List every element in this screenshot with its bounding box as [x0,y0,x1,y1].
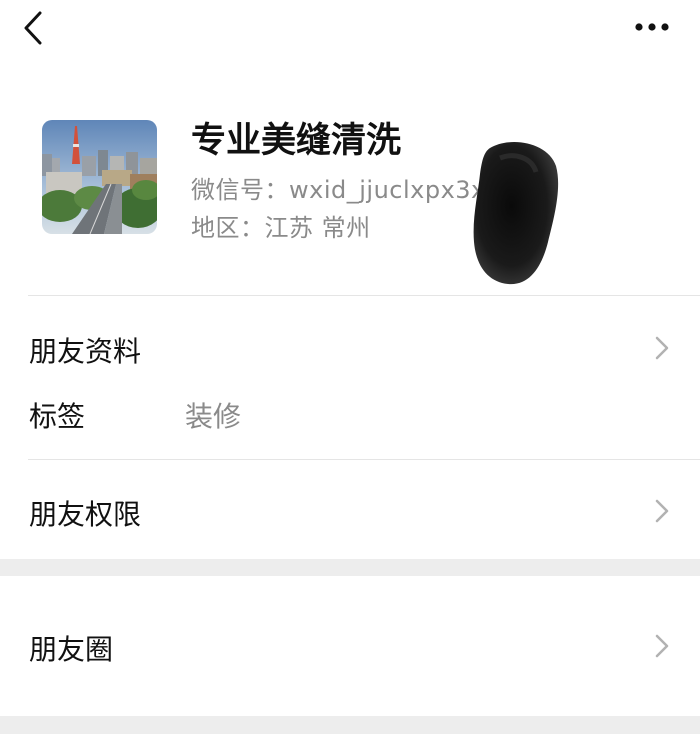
contact-name: 专业美缝清洗 [191,121,402,161]
tag-row[interactable]: 标签 装修 [0,383,700,443]
more-options-button[interactable] [630,10,674,44]
chevron-right-icon [655,634,669,658]
region: 地区：江苏 常州 [191,214,371,242]
chevron-right-icon [655,499,669,523]
tag-value: 装修 [185,400,242,433]
back-button[interactable] [22,8,62,48]
friend-permissions-label: 朋友权限 [29,498,142,531]
moments-row[interactable]: 朋友圈 [0,616,700,676]
friend-profile-row[interactable]: 朋友资料 [0,318,700,378]
section-gap [0,716,700,734]
more-dots-icon [635,23,669,31]
divider [28,295,700,296]
section-gap [0,559,700,576]
avatar[interactable] [42,120,157,234]
divider [28,459,700,460]
redaction-blot [473,142,559,285]
contact-profile-page: 专业美缝清洗 微信号：wxid_jjuclxpx3x 地区：江苏 常州 朋友资料… [0,0,700,734]
wechat-id: 微信号：wxid_jjuclxpx3x [191,176,486,204]
avatar-cityscape-image [42,120,157,234]
chevron-right-icon [655,336,669,360]
tag-label: 标签 [29,400,86,433]
top-navigation-bar [0,0,700,60]
friend-profile-label: 朋友资料 [29,335,142,368]
profile-header: 专业美缝清洗 微信号：wxid_jjuclxpx3x 地区：江苏 常州 [0,96,700,296]
friend-permissions-row[interactable]: 朋友权限 [0,481,700,541]
chevron-left-icon [24,11,42,45]
moments-label: 朋友圈 [29,633,114,666]
